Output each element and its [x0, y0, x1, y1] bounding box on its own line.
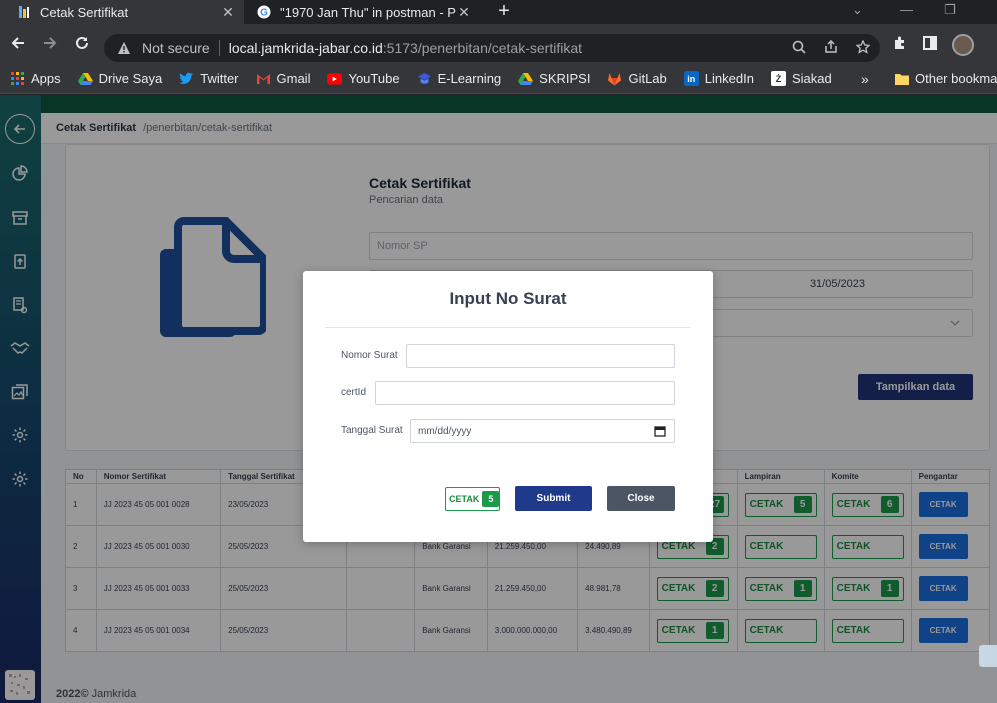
- submit-button[interactable]: Submit: [515, 486, 592, 511]
- bookmark-gmail[interactable]: Gmail: [256, 71, 311, 86]
- tanggal-surat-label: Tanggal Surat: [341, 425, 403, 436]
- bookmark-twitter[interactable]: Twitter: [179, 71, 239, 86]
- input-no-surat-modal: Input No Surat Nomor Surat certId Tangga…: [303, 271, 713, 542]
- bookmark-youtube[interactable]: YouTube: [327, 71, 400, 86]
- cetak-label: CETAK: [449, 494, 480, 504]
- address-bar[interactable]: Not secure local.jamkrida-jabar.co.id :5…: [104, 34, 880, 62]
- date-placeholder: mm/dd/yyyy: [418, 425, 472, 437]
- new-tab-button[interactable]: +: [494, 1, 514, 22]
- url-host: local.jamkrida-jabar.co.id: [228, 40, 383, 56]
- side-panel-icon[interactable]: [922, 35, 938, 56]
- close-icon[interactable]: ✕: [456, 4, 472, 21]
- cetak-count: 5: [482, 491, 500, 507]
- divider: [218, 40, 220, 56]
- tab-title: Cetak Sertifikat: [40, 4, 129, 20]
- back-icon[interactable]: [8, 34, 28, 54]
- bookmark-label: YouTube: [348, 71, 400, 86]
- zoom-icon[interactable]: [792, 40, 806, 57]
- star-icon[interactable]: [855, 39, 871, 57]
- bookmark-gitlab[interactable]: GitLab: [607, 71, 667, 86]
- divider: [325, 327, 690, 328]
- extension-area: [892, 34, 974, 56]
- gmail-icon: [256, 71, 271, 86]
- folder-icon: [894, 71, 909, 86]
- twitter-icon: [179, 71, 194, 86]
- reload-icon[interactable]: [72, 34, 92, 54]
- modal-title: Input No Surat: [449, 289, 567, 308]
- tanggal-surat-input[interactable]: mm/dd/yyyy: [410, 419, 675, 443]
- tab-search-icon[interactable]: ⌄: [852, 2, 863, 18]
- bookmark-label: Apps: [31, 71, 61, 86]
- nomor-surat-label: Nomor Surat: [341, 350, 398, 361]
- bookmark-apps[interactable]: Apps: [10, 71, 61, 86]
- extensions-puzzle-icon[interactable]: [892, 35, 908, 56]
- bookmarks-bar: Apps Drive Saya Twitter Gmail YouTube E-…: [0, 64, 997, 94]
- close-button[interactable]: Close: [607, 486, 675, 511]
- restore-icon[interactable]: ❐: [944, 2, 956, 18]
- url-path: :5173/penerbitan/cetak-sertifikat: [382, 40, 583, 56]
- scroll-top-icon[interactable]: [979, 645, 997, 667]
- jamkrida-icon: [16, 4, 32, 20]
- bookmark-label: GitLab: [628, 71, 667, 86]
- cert-id-label: certId: [341, 387, 367, 398]
- forward-icon[interactable]: [40, 34, 60, 54]
- gitlab-icon: [607, 71, 622, 86]
- tab-cetak-sertifikat[interactable]: Cetak Sertifikat ✕: [0, 0, 244, 24]
- drive-icon: [77, 71, 93, 86]
- close-icon[interactable]: ✕: [220, 4, 236, 21]
- apps-grid-icon: [10, 71, 25, 86]
- bookmark-label: Twitter: [200, 71, 239, 86]
- youtube-icon: [327, 71, 343, 86]
- google-icon: G: [256, 4, 272, 20]
- svg-text:G: G: [260, 8, 268, 19]
- cetak-preview-button[interactable]: CETAK 5: [445, 487, 500, 511]
- elearning-icon: [417, 71, 432, 86]
- siakad-icon: Ż: [770, 71, 786, 86]
- bookmark-label: Other bookmarks: [915, 71, 997, 86]
- drive-icon: [518, 71, 534, 86]
- profile-avatar[interactable]: [952, 34, 974, 56]
- bookmark-label: Drive Saya: [98, 71, 163, 86]
- bookmark-label: Siakad: [791, 71, 832, 86]
- not-secure-label: Not secure: [142, 40, 210, 56]
- cert-id-input[interactable]: [375, 381, 675, 405]
- warning-icon[interactable]: [116, 40, 132, 56]
- linkedin-icon: in: [683, 71, 699, 86]
- share-icon[interactable]: [824, 39, 838, 57]
- nomor-surat-input[interactable]: [406, 344, 675, 368]
- bookmarks-more-icon[interactable]: »: [861, 71, 869, 87]
- bookmark-siakad[interactable]: Ż Siakad: [770, 71, 832, 86]
- bookmark-elearning[interactable]: E-Learning: [417, 71, 502, 86]
- bookmark-label: E-Learning: [437, 71, 502, 86]
- calendar-icon[interactable]: [654, 425, 666, 437]
- bookmark-other[interactable]: Other bookmarks: [894, 71, 997, 86]
- bookmark-skripsi[interactable]: SKRIPSI: [518, 71, 590, 86]
- bookmark-label: Gmail: [276, 71, 311, 86]
- bookmark-label: SKRIPSI: [539, 71, 591, 86]
- bookmark-linkedin[interactable]: in LinkedIn: [683, 71, 754, 86]
- omnibox-actions: [792, 39, 871, 57]
- tab-title: "1970 Jan Thu" in postman - Pen: [280, 4, 456, 20]
- minimize-icon[interactable]: —: [900, 2, 913, 17]
- tab-postman-search[interactable]: G "1970 Jan Thu" in postman - Pen ✕: [248, 0, 480, 24]
- bookmark-label: LinkedIn: [704, 71, 754, 86]
- browser-tabstrip: Cetak Sertifikat ✕ G "1970 Jan Thu" in p…: [0, 0, 997, 24]
- bookmark-drive-saya[interactable]: Drive Saya: [77, 71, 163, 86]
